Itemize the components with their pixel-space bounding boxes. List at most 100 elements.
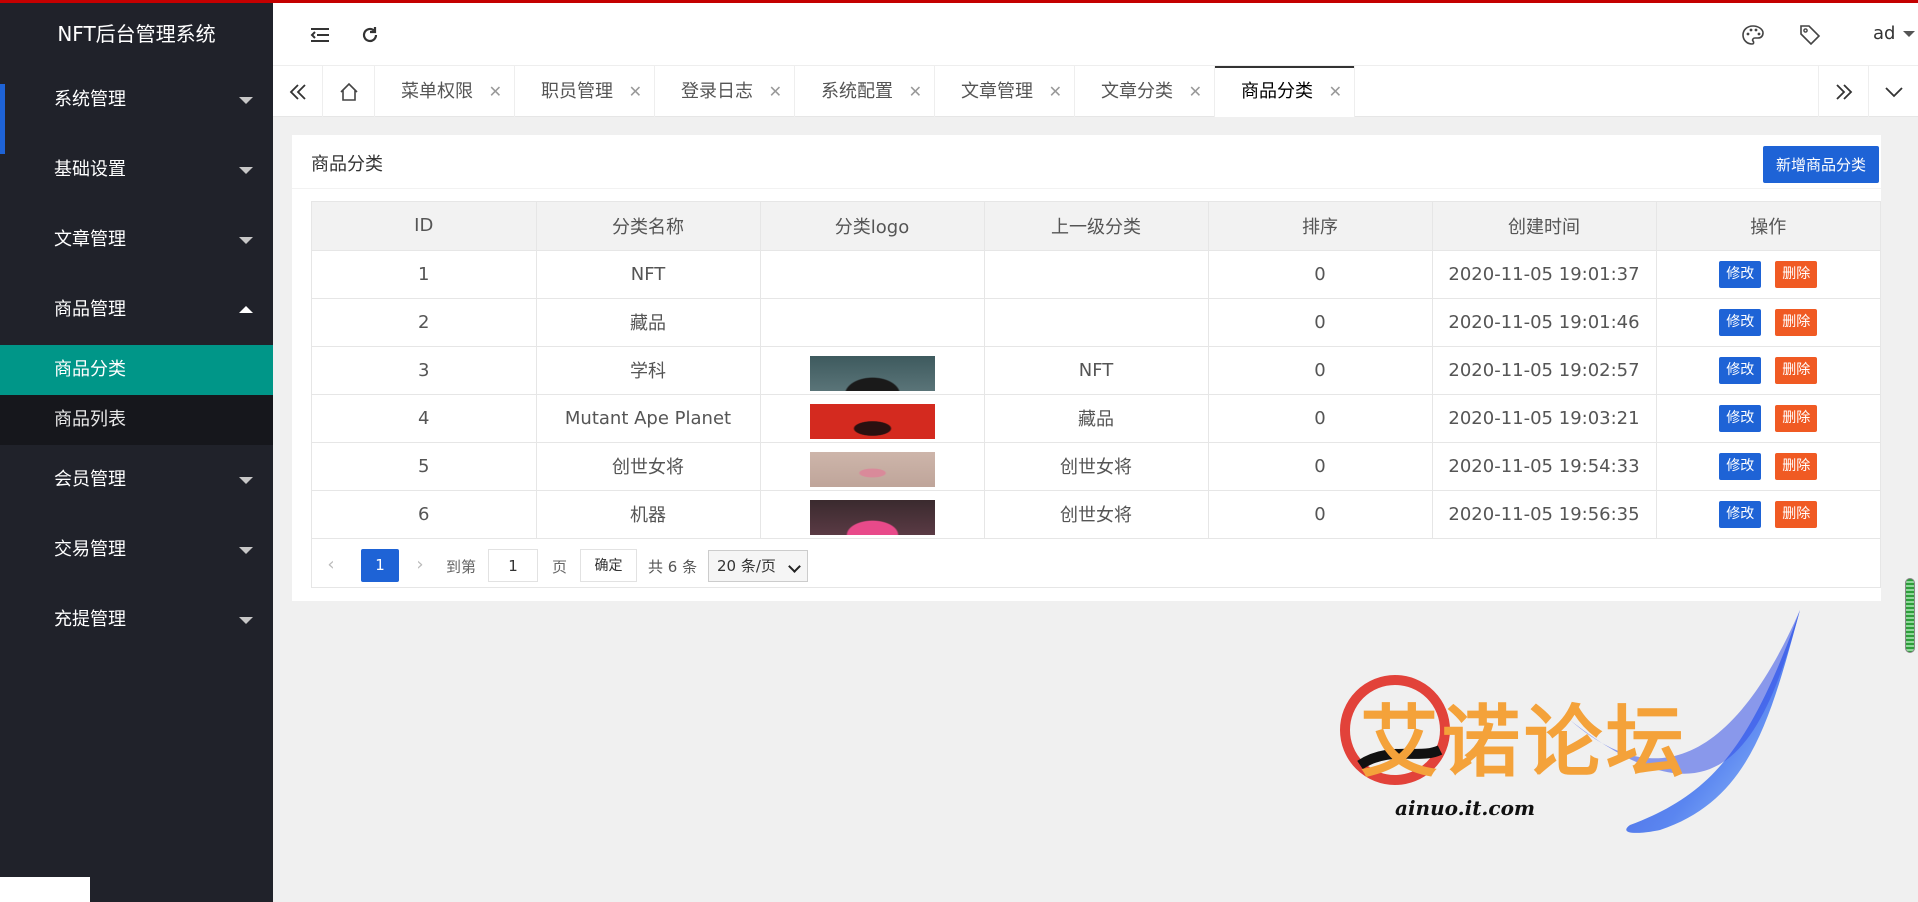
goto-confirm-button[interactable]: 确定: [580, 549, 637, 582]
add-category-button[interactable]: 新增商品分类: [1763, 146, 1879, 183]
cell-created: 2020-11-05 19:03:21: [1432, 394, 1657, 443]
goto-page-input[interactable]: [488, 549, 538, 582]
cell-actions: 修改 删除: [1656, 250, 1880, 299]
cell-sort: 0: [1208, 250, 1433, 299]
tab-staff[interactable]: 职员管理 ✕: [515, 66, 655, 117]
cell-name: 藏品: [536, 298, 761, 347]
sidebar-item-articles[interactable]: 文章管理: [0, 205, 273, 275]
page-number-current[interactable]: 1: [361, 549, 399, 582]
cell-actions: 修改 删除: [1656, 346, 1880, 395]
edit-button[interactable]: 修改: [1719, 452, 1762, 480]
tab-label: 商品分类: [1241, 81, 1313, 102]
tab-menu-permissions[interactable]: 菜单权限 ✕: [375, 66, 515, 117]
tab-article-category[interactable]: 文章分类 ✕: [1075, 66, 1215, 117]
table-row: 1 NFT 0 2020-11-05 19:01:37 修改 删除: [312, 250, 1880, 299]
table-row: 6 机器 创世女将 0 2020-11-05 19:56:35 修改 删除: [312, 490, 1880, 539]
sidebar-subitem-product-list[interactable]: 商品列表: [0, 395, 273, 445]
caret-down-icon: [239, 97, 253, 104]
edit-button[interactable]: 修改: [1719, 260, 1762, 288]
cell-id: 1: [312, 250, 537, 299]
user-menu[interactable]: ad: [1873, 23, 1916, 44]
sidebar-item-system[interactable]: 系统管理: [0, 65, 273, 154]
close-icon[interactable]: ✕: [769, 66, 782, 117]
col-header-id[interactable]: ID: [312, 202, 537, 251]
sidebar-item-label: 基础设置: [54, 159, 126, 180]
cell-name: NFT: [536, 250, 761, 299]
cell-logo: [760, 442, 985, 491]
home-icon[interactable]: [323, 66, 375, 117]
page-size-select[interactable]: 20 条/页: [708, 550, 808, 582]
sidebar-item-trades[interactable]: 交易管理: [0, 515, 273, 585]
next-page-icon[interactable]: ›: [410, 553, 430, 577]
cell-id: 2: [312, 298, 537, 347]
cell-logo: [760, 250, 985, 299]
tabs-scroll-left-icon[interactable]: [273, 66, 323, 117]
edit-button[interactable]: 修改: [1719, 308, 1762, 336]
tab-system-config[interactable]: 系统配置 ✕: [795, 66, 935, 117]
close-icon[interactable]: ✕: [1189, 66, 1202, 117]
user-name: ad: [1873, 23, 1896, 44]
refresh-icon[interactable]: [350, 15, 390, 55]
sidebar-subitem-product-category[interactable]: 商品分类: [0, 345, 273, 395]
tab-login-log[interactable]: 登录日志 ✕: [655, 66, 795, 117]
table-row: 5 创世女将 创世女将 0 2020-11-05 19:54:33 修改 删除: [312, 442, 1880, 491]
cell-parent: 创世女将: [984, 490, 1209, 539]
cell-created: 2020-11-05 19:56:35: [1432, 490, 1657, 539]
edit-button[interactable]: 修改: [1719, 404, 1762, 432]
sidebar-item-basic-settings[interactable]: 基础设置: [0, 135, 273, 205]
delete-button[interactable]: 删除: [1775, 260, 1818, 288]
caret-up-icon: [239, 306, 253, 313]
tag-icon[interactable]: [1790, 15, 1830, 55]
page-title: 商品分类: [311, 154, 383, 175]
scrollbar-thumb[interactable]: [1905, 578, 1915, 653]
category-logo-image: [809, 499, 935, 535]
tab-bar: 菜单权限 ✕ 职员管理 ✕ 登录日志 ✕ 系统配置 ✕ 文章管理 ✕ 文章分类 ✕ 商品分类…: [273, 65, 1918, 117]
col-header-sort[interactable]: 排序: [1208, 202, 1433, 251]
sidebar-item-label: 充提管理: [54, 609, 126, 630]
watermark-text: 艾诺论坛: [1360, 698, 1689, 788]
tab-product-category[interactable]: 商品分类 ✕: [1215, 66, 1355, 117]
chevron-down-icon[interactable]: [1868, 66, 1918, 117]
delete-button[interactable]: 删除: [1775, 500, 1818, 528]
cell-id: 5: [312, 442, 537, 491]
edit-button[interactable]: 修改: [1719, 356, 1762, 384]
menu-collapse-icon[interactable]: [300, 15, 340, 55]
col-header-logo[interactable]: 分类logo: [760, 202, 985, 251]
delete-button[interactable]: 删除: [1775, 308, 1818, 336]
corner-panel: [0, 877, 90, 902]
table-header-row: ID 分类名称 分类logo 上一级分类 排序 创建时间 操作: [312, 202, 1880, 251]
cell-sort: 0: [1208, 346, 1433, 395]
close-icon[interactable]: ✕: [909, 66, 922, 117]
col-header-name[interactable]: 分类名称: [536, 202, 761, 251]
col-header-parent[interactable]: 上一级分类: [984, 202, 1209, 251]
cell-parent: 藏品: [984, 394, 1209, 443]
sidebar-item-members[interactable]: 会员管理: [0, 445, 273, 515]
cell-actions: 修改 删除: [1656, 442, 1880, 491]
edit-button[interactable]: 修改: [1719, 500, 1762, 528]
sidebar-item-deposit-withdraw[interactable]: 充提管理: [0, 585, 273, 655]
sidebar-item-products[interactable]: 商品管理: [0, 275, 273, 345]
close-icon[interactable]: ✕: [1329, 66, 1342, 117]
tabs-scroll-right-icon[interactable]: [1818, 66, 1868, 117]
cell-logo: [760, 490, 985, 539]
delete-button[interactable]: 删除: [1775, 452, 1818, 480]
cell-created: 2020-11-05 19:54:33: [1432, 442, 1657, 491]
delete-button[interactable]: 删除: [1775, 356, 1818, 384]
close-icon[interactable]: ✕: [629, 66, 642, 117]
sidebar-item-label: 商品管理: [54, 299, 126, 320]
theme-palette-icon[interactable]: [1733, 15, 1773, 55]
cell-name: 机器: [536, 490, 761, 539]
tab-label: 文章管理: [961, 81, 1033, 102]
tab-label: 登录日志: [681, 81, 753, 102]
close-icon[interactable]: ✕: [489, 66, 502, 117]
cell-actions: 修改 删除: [1656, 490, 1880, 539]
col-header-created[interactable]: 创建时间: [1432, 202, 1657, 251]
prev-page-icon[interactable]: ‹: [321, 553, 341, 577]
cell-name: 创世女将: [536, 442, 761, 491]
divider: [292, 188, 1881, 189]
tab-articles[interactable]: 文章管理 ✕: [935, 66, 1075, 117]
sidebar: NFT后台管理系统 系统管理 基础设置 文章管理 商品管理 商品分类 商品列表 …: [0, 0, 273, 902]
table-row: 2 藏品 0 2020-11-05 19:01:46 修改 删除: [312, 298, 1880, 347]
delete-button[interactable]: 删除: [1775, 404, 1818, 432]
close-icon[interactable]: ✕: [1049, 66, 1062, 117]
